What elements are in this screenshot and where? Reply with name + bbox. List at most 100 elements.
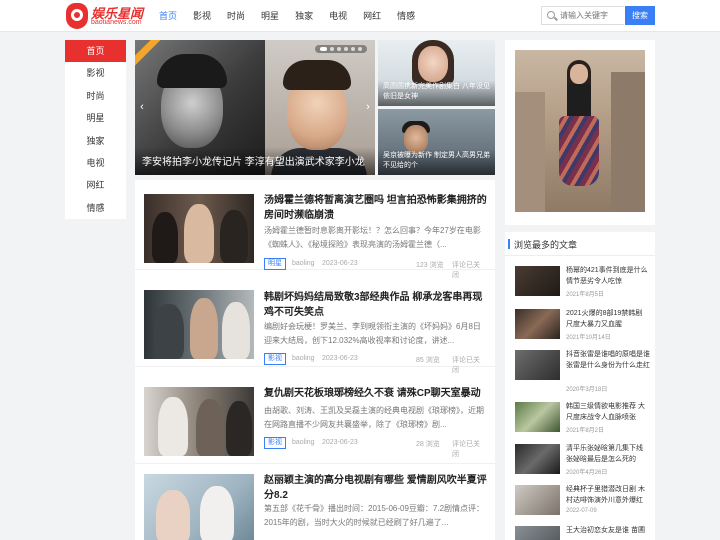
featured-card-1[interactable]: 高圆圆携新完美作剧集白 八年没见依旧是女神 (378, 40, 495, 106)
most-viewed-thumbnail[interactable] (515, 485, 560, 515)
slider-prev-arrow-icon[interactable]: ‹ (135, 98, 149, 116)
logo-icon (66, 3, 88, 29)
most-viewed-thumbnail[interactable] (515, 526, 560, 540)
slider-next-arrow-icon[interactable]: › (361, 98, 375, 116)
article-item: 汤姆霍兰德将暂离演艺圈吗 坦言拍恐怖影集拥挤的房间时濒临崩溃 汤姆霍兰德暂时息影… (135, 180, 495, 279)
article-category-tag[interactable]: 影视 (264, 353, 286, 365)
article-comments: 评论已关闭 (452, 441, 480, 458)
most-viewed-thumbnail[interactable] (515, 444, 560, 474)
thumb-figure (220, 210, 248, 263)
featured-card-2[interactable]: 吴京被曝为新作 制定男人高男兄弟不见给的个 (378, 109, 495, 175)
sidebar-item-exclusive[interactable]: 独家 (65, 130, 126, 152)
sidebar-item-film[interactable]: 影视 (65, 62, 126, 84)
site-header: 娱乐星闻 baotianews.com 首页 影视 时尚 明星 独家 电视 网红… (0, 0, 720, 32)
most-viewed-item: 杨幂的421事件到底是什么 情节恶劣令人吃惊 2021年8月5日 (505, 266, 655, 313)
article-thumbnail[interactable] (144, 194, 254, 263)
sidebar-item-home[interactable]: 首页 (65, 40, 126, 63)
thumb-figure (154, 304, 184, 359)
slider-dot[interactable] (336, 47, 341, 51)
thumb-figure (190, 298, 218, 359)
most-viewed-item: 2021火爆的8部19禁韩剧 尺度大暴力又血腥 2021年10月14日 (505, 309, 655, 356)
most-viewed-thumbnail[interactable] (515, 402, 560, 432)
most-viewed-thumbnail[interactable] (515, 309, 560, 339)
slider-dot[interactable] (358, 47, 363, 51)
article-item: 韩剧坏妈妈结局致敬3部经典作品 柳承龙客串再现鸡不可失笑点 编剧好会玩梗！罗美兰… (135, 277, 495, 374)
slider-dot[interactable] (319, 47, 327, 51)
article-thumbnail[interactable] (144, 387, 254, 456)
most-viewed-thumbnail[interactable] (515, 350, 560, 380)
slider-dot[interactable] (351, 47, 356, 51)
article-date: 2023-06-23 (322, 439, 358, 446)
most-viewed-item-title[interactable]: 抖音张雷是谁唱的原唱是谁 张雷是什么身份为什么走红 (566, 350, 650, 371)
article-author: baoling (292, 355, 315, 362)
search-input[interactable] (560, 9, 622, 22)
most-viewed-item-date: 2021年8月2日 (566, 428, 605, 434)
article-summary: 第五部《花千骨》播出时间：2015-06-09豆瓣：7.2剧情点评：2015年的… (264, 504, 485, 527)
article-meta: 影视 baoling 2023-06-23 28 浏览 评论已关闭 (264, 437, 486, 458)
promo-image[interactable] (515, 50, 645, 212)
promo-model-face (570, 64, 588, 84)
article-views: 28 浏览 (416, 441, 440, 448)
most-viewed-item: 抖音张雷是谁唱的原唱是谁 张雷是什么身份为什么走红 2020年3月18日 (505, 350, 655, 397)
featured-photo-face (418, 46, 448, 82)
article-title[interactable]: 韩剧坏妈妈结局致敬3部经典作品 柳承龙客串再现鸡不可失笑点 (264, 290, 489, 320)
article-category-tag[interactable]: 影视 (264, 437, 286, 449)
sidebar-item-tv[interactable]: 电视 (65, 152, 126, 174)
thumb-figure (184, 204, 214, 263)
article-title[interactable]: 汤姆霍兰德将暂离演艺圈吗 坦言拍恐怖影集拥挤的房间时濒临崩溃 (264, 193, 489, 223)
nav-tv[interactable]: 电视 (321, 0, 355, 32)
most-viewed-item-date: 2020年4月26日 (566, 470, 608, 476)
slider-dot[interactable] (329, 47, 334, 51)
article-meta: 明星 baoling 2023-06-23 123 浏览 评论已关闭 (264, 258, 486, 279)
nav-emotion[interactable]: 情感 (389, 0, 423, 32)
thumb-figure (152, 212, 178, 263)
thumb-figure (200, 486, 234, 540)
logo-url: baotianews.com (91, 19, 142, 26)
sidebar-item-influencer[interactable]: 网红 (65, 174, 126, 196)
hero-title[interactable]: 李安将拍李小龙传记片 李淳有望出演武术家李小龙 (142, 153, 365, 168)
article-summary: 由胡歌、刘涛、王凯及吴磊主演的经典电视剧《琅琊榜》，近期在网路直播不少网友共襄盛… (264, 406, 484, 429)
sidebar-item-emotion[interactable]: 情感 (65, 197, 126, 219)
sidebar-item-fashion[interactable]: 时尚 (65, 85, 126, 107)
featured-title[interactable]: 高圆圆携新完美作剧集白 八年没见依旧是女神 (383, 82, 493, 102)
most-viewed-item-title[interactable]: 2021火爆的8部19禁韩剧 尺度大暴力又血腥 (566, 309, 650, 330)
sidebar-item-stars[interactable]: 明星 (65, 107, 126, 129)
featured-title[interactable]: 吴京被曝为新作 制定男人高男兄弟不见给的个 (383, 151, 493, 171)
article-title[interactable]: 赵丽颖主演的高分电视剧有哪些 爱情剧风吹半夏评分8.2 (264, 473, 489, 503)
article-date: 2023-06-23 (322, 355, 358, 362)
article-thumbnail[interactable] (144, 290, 254, 359)
most-viewed-item-title[interactable]: 杨幂的421事件到底是什么 情节恶劣令人吃惊 (566, 266, 650, 287)
article-category-tag[interactable]: 明星 (264, 258, 286, 270)
article-date: 2023-06-23 (322, 260, 358, 267)
nav-film[interactable]: 影视 (185, 0, 219, 32)
most-viewed-header: 浏览最多的文章 (505, 232, 655, 256)
nav-exclusive[interactable]: 独家 (287, 0, 321, 32)
article-summary: 编剧好会玩梗！罗美兰、李到晛领衔主演的《坏妈妈》6月8日迎来大结局，创下12.0… (264, 322, 481, 345)
most-viewed-item: 韩国三级情欲电影推荐 大尺度床战令人血脉喷张 2021年8月2日 (505, 402, 655, 449)
nav-influencer[interactable]: 网红 (355, 0, 389, 32)
nav-fashion[interactable]: 时尚 (219, 0, 253, 32)
site-logo[interactable]: 娱乐星闻 baotianews.com (66, 2, 143, 30)
promo-card (505, 40, 655, 225)
search-button[interactable]: 搜索 (625, 6, 655, 25)
hero-slider[interactable]: ‹ › 李安将拍李小龙传记片 李淳有望出演武术家李小龙 (135, 40, 375, 175)
hero-caption: 李安将拍李小龙传记片 李淳有望出演武术家李小龙 (135, 147, 375, 175)
nav-stars[interactable]: 明星 (253, 0, 287, 32)
article-title[interactable]: 复仇剧天花板琅琊榜经久不衰 请殊CP聊天室暴动 (264, 386, 489, 401)
most-viewed-item-title[interactable]: 韩国三级情欲电影推荐 大尺度床战令人血脉喷张 (566, 402, 650, 423)
most-viewed-item-title[interactable]: 清平乐张妼晗第几集下线 张妼晗最后是怎么死的 (566, 444, 650, 465)
most-viewed-thumbnail[interactable] (515, 266, 560, 296)
article-summary: 汤姆霍兰德暂时息影离开影坛！？怎么回事？今年27岁在电影《蜘蛛人》、《秘境探险》… (264, 226, 481, 249)
promo-bg-building (611, 72, 645, 212)
most-viewed-item: 王大治初恋女友是谁 苗圃 (505, 526, 655, 540)
article-comments: 评论已关闭 (452, 357, 480, 374)
article-author: baoling (292, 439, 315, 446)
article-thumbnail[interactable] (144, 474, 254, 540)
most-viewed-item-title[interactable]: 王大治初恋女友是谁 苗圃 (566, 526, 650, 537)
featured-caption: 吴京被曝为新作 制定男人高男兄弟不见给的个 (378, 149, 495, 175)
article-list: 汤姆霍兰德将暂离演艺圈吗 坦言拍恐怖影集拥挤的房间时濒临崩溃 汤姆霍兰德暂时息影… (135, 180, 495, 540)
promo-model-skirt (559, 116, 599, 186)
slider-dot[interactable] (344, 47, 349, 51)
nav-home[interactable]: 首页 (151, 0, 185, 32)
most-viewed-item-title[interactable]: 经典杯子里猎潜改日剧 木村达啡饰演外川意外爆红 (566, 485, 650, 506)
